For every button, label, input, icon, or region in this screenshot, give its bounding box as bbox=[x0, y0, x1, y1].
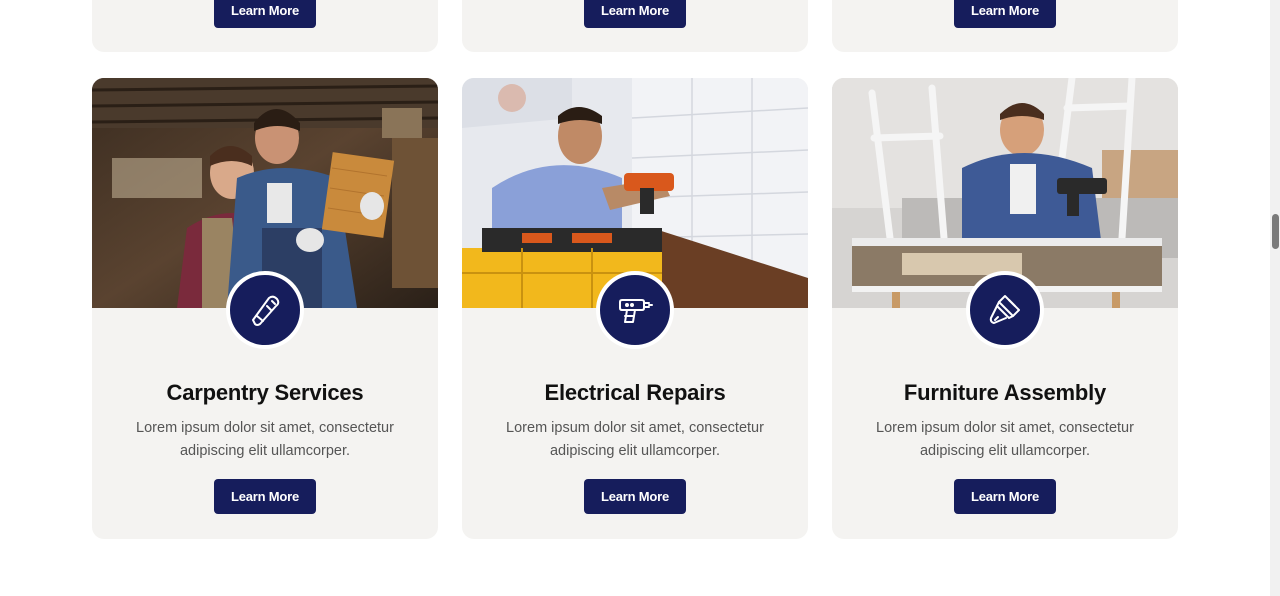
service-description: Lorem ipsum dolor sit amet, consectetur … bbox=[876, 420, 1134, 459]
service-title: Electrical Repairs bbox=[544, 380, 726, 405]
learn-more-button[interactable]: Learn More bbox=[584, 479, 686, 514]
service-title: Carpentry Services bbox=[166, 380, 364, 405]
service-description: Lorem ipsum dolor sit amet, consectetur … bbox=[136, 420, 394, 459]
service-card-top-1: Learn More bbox=[92, 0, 438, 52]
learn-more-button[interactable]: Learn More bbox=[954, 0, 1056, 28]
service-description: Lorem ipsum dolor sit amet, consectetur … bbox=[506, 420, 764, 459]
learn-more-button[interactable]: Learn More bbox=[954, 479, 1056, 514]
service-card-carpentry: Carpentry Services Lorem ipsum dolor sit… bbox=[92, 78, 438, 539]
learn-more-button[interactable]: Learn More bbox=[214, 0, 316, 28]
learn-more-button[interactable]: Learn More bbox=[214, 479, 316, 514]
page: Learn More Learn More Learn More Carpent… bbox=[0, 0, 1280, 596]
learn-more-button[interactable]: Learn More bbox=[584, 0, 686, 28]
scrollbar[interactable] bbox=[1270, 0, 1280, 596]
hand-plane-icon bbox=[226, 271, 304, 349]
service-card-electrical: Electrical Repairs Lorem ipsum dolor sit… bbox=[462, 78, 808, 539]
paint-brush-icon bbox=[966, 271, 1044, 349]
service-card-furniture: Furniture Assembly Lorem ipsum dolor sit… bbox=[832, 78, 1178, 539]
power-drill-icon bbox=[596, 271, 674, 349]
service-card-top-3: Learn More bbox=[832, 0, 1178, 52]
scrollbar-thumb[interactable] bbox=[1272, 214, 1279, 249]
service-title: Furniture Assembly bbox=[903, 380, 1107, 405]
service-card-top-2: Learn More bbox=[462, 0, 808, 52]
